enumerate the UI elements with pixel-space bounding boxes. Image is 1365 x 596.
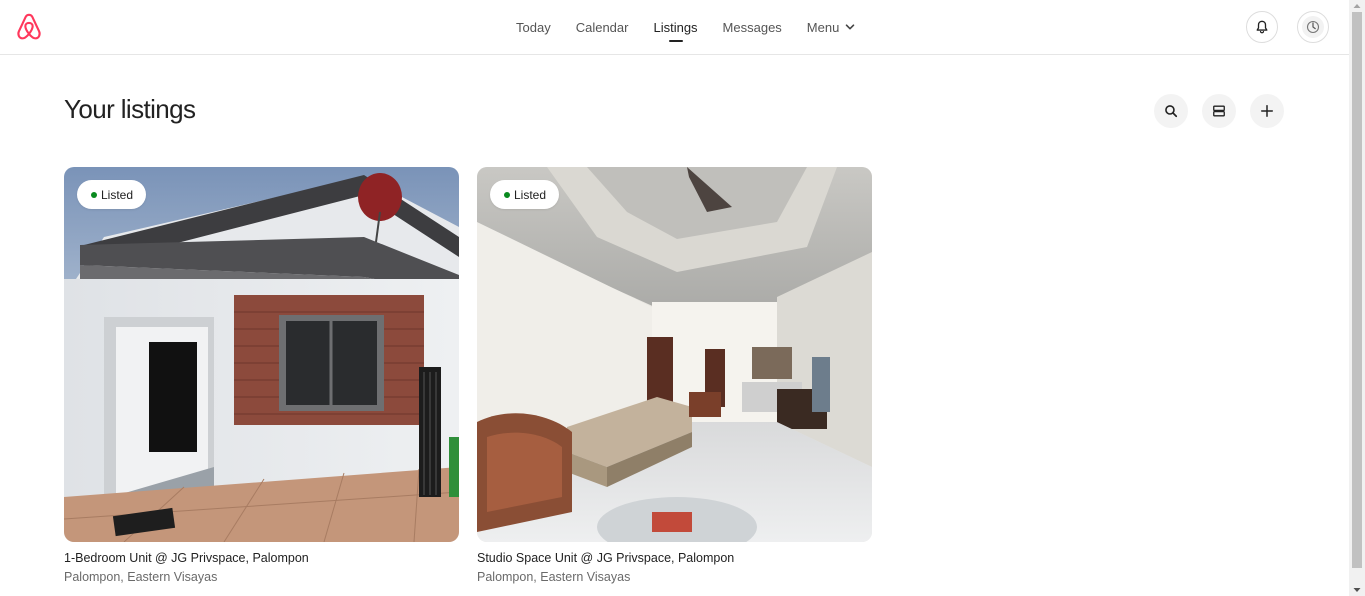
page-scrollbar[interactable] <box>1349 0 1365 596</box>
status-badge-label: Listed <box>514 187 547 202</box>
chevron-down-icon <box>846 24 855 30</box>
nav-menu-label: Menu <box>806 19 840 35</box>
status-badge: Listed <box>490 180 560 209</box>
status-badge: Listed <box>77 180 147 209</box>
nav-menu[interactable]: Menu <box>799 0 864 54</box>
nav-calendar[interactable]: Calendar <box>568 0 637 54</box>
nav-messages-label: Messages <box>722 19 782 35</box>
airbnb-logo-icon[interactable] <box>16 13 42 41</box>
plus-icon <box>1261 105 1273 117</box>
toggle-view-button[interactable] <box>1202 94 1236 128</box>
nav-listings[interactable]: Listings <box>645 0 705 54</box>
main-nav: Today Calendar Listings Messages Menu <box>508 0 872 54</box>
nav-messages[interactable]: Messages <box>715 0 790 54</box>
scroll-down-icon[interactable] <box>1349 584 1365 596</box>
nav-calendar-label: Calendar <box>575 19 629 35</box>
listed-status-dot-icon <box>91 191 97 198</box>
listing-location: Palompon, Eastern Visayas <box>477 570 631 584</box>
top-navigation-bar: Today Calendar Listings Messages Menu <box>0 0 1349 55</box>
listing-card[interactable]: Listed 1-Bedroom Unit @ JG Privspace, Pa… <box>64 167 459 584</box>
listing-card[interactable]: Listed Studio Space Unit @ JG Privspace,… <box>477 167 872 584</box>
notifications-button[interactable] <box>1246 11 1278 43</box>
nav-today[interactable]: Today <box>508 0 559 54</box>
nav-today-label: Today <box>516 19 551 35</box>
listing-photo-exterior: Listed <box>64 167 459 542</box>
listing-location: Palompon, Eastern Visayas <box>64 570 218 584</box>
add-listing-button[interactable] <box>1250 94 1284 128</box>
listing-photo-interior: Listed <box>477 167 872 542</box>
profile-avatar-button[interactable] <box>1297 11 1329 43</box>
listed-status-dot-icon <box>504 191 510 198</box>
bell-icon <box>1256 20 1268 34</box>
avatar <box>1302 16 1324 38</box>
search-listings-button[interactable] <box>1154 94 1188 128</box>
listing-title[interactable]: 1-Bedroom Unit @ JG Privspace, Palompon <box>64 551 459 565</box>
listing-title[interactable]: Studio Space Unit @ JG Privspace, Palomp… <box>477 551 872 565</box>
search-icon <box>1165 105 1178 118</box>
status-badge-label: Listed <box>101 187 134 202</box>
nav-listings-label: Listings <box>653 19 698 35</box>
user-avatar-icon <box>1306 20 1320 34</box>
scroll-up-icon[interactable] <box>1349 0 1365 12</box>
scroll-thumb[interactable] <box>1352 12 1362 568</box>
list-view-icon <box>1213 105 1225 117</box>
page-title: Your listings <box>64 94 196 124</box>
